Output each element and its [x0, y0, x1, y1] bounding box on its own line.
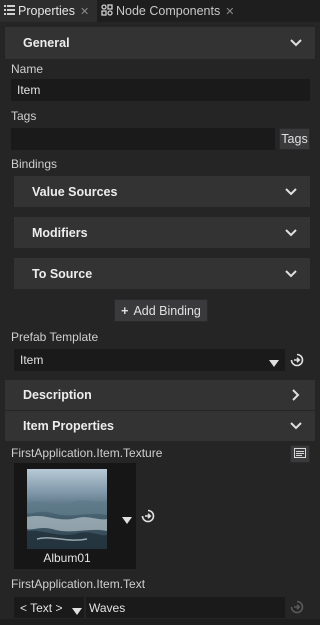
- chevron-down-icon: [284, 226, 298, 240]
- chevron-right-icon: [289, 388, 303, 402]
- item-properties-title: Item Properties: [23, 419, 115, 433]
- text-type-value: < Text >: [20, 600, 63, 615]
- texture-picker[interactable]: Album01: [14, 463, 136, 569]
- close-icon[interactable]: ✕: [80, 5, 89, 18]
- text-type-select[interactable]: < Text >: [14, 597, 84, 618]
- image-browser-icon: [294, 447, 306, 461]
- list-icon: [0, 4, 18, 18]
- add-binding-button[interactable]: + Add Binding: [114, 299, 208, 322]
- caret-down-icon[interactable]: [122, 513, 132, 527]
- item-properties-section-header[interactable]: Item Properties: [5, 411, 315, 441]
- tags-input[interactable]: [11, 128, 275, 150]
- text-value: Waves: [89, 600, 126, 615]
- text-property-label: FirstApplication.Item.Text: [11, 577, 146, 591]
- to-source-header[interactable]: To Source: [14, 258, 310, 289]
- general-title: General: [23, 36, 70, 50]
- close-icon[interactable]: ✕: [225, 5, 234, 18]
- texture-name: Album01: [43, 551, 91, 565]
- to-source-title: To Source: [32, 266, 93, 281]
- chevron-down-icon: [289, 36, 303, 50]
- tab-properties[interactable]: Properties ✕: [0, 0, 97, 22]
- tab-properties-label: Properties: [18, 4, 75, 18]
- modifiers-header[interactable]: Modifiers: [14, 217, 310, 248]
- name-value: Item: [17, 83, 41, 97]
- prefab-template-label: Prefab Template: [11, 330, 99, 344]
- chevron-down-icon: [284, 267, 298, 281]
- name-label: Name: [11, 62, 44, 76]
- value-sources-header[interactable]: Value Sources: [14, 176, 310, 207]
- caret-down-icon: [72, 604, 82, 618]
- prefab-template-select[interactable]: Item: [14, 349, 285, 371]
- tags-label: Tags: [11, 109, 37, 123]
- text-value-input[interactable]: Waves: [86, 597, 285, 618]
- bottom-edge: [0, 619, 320, 625]
- navigate-icon[interactable]: [141, 509, 155, 523]
- description-title: Description: [23, 388, 92, 402]
- tab-node-components-label: Node Components: [116, 4, 221, 18]
- texture-browser-button[interactable]: [290, 445, 310, 463]
- add-binding-label: Add Binding: [133, 303, 201, 318]
- chevron-down-icon: [284, 185, 298, 199]
- navigate-icon[interactable]: [290, 353, 304, 367]
- caret-down-icon: [269, 356, 279, 370]
- description-section-header[interactable]: Description: [5, 380, 315, 410]
- chevron-down-icon: [289, 419, 303, 433]
- general-section-header[interactable]: General: [5, 27, 315, 59]
- tags-button[interactable]: Tags: [279, 128, 310, 150]
- bindings-label: Bindings: [11, 157, 58, 171]
- navigate-icon: [290, 600, 304, 614]
- node-components-icon: [98, 3, 116, 19]
- tags-button-label: Tags: [281, 132, 308, 146]
- plus-icon: +: [121, 303, 129, 318]
- texture-property-label: FirstApplication.Item.Texture: [11, 446, 163, 460]
- modifiers-title: Modifiers: [32, 225, 88, 240]
- value-sources-title: Value Sources: [32, 184, 118, 199]
- name-input[interactable]: Item: [11, 79, 310, 101]
- tab-node-components[interactable]: Node Components ✕: [98, 0, 246, 22]
- texture-thumbnail: [27, 469, 107, 549]
- prefab-template-value: Item: [20, 353, 44, 367]
